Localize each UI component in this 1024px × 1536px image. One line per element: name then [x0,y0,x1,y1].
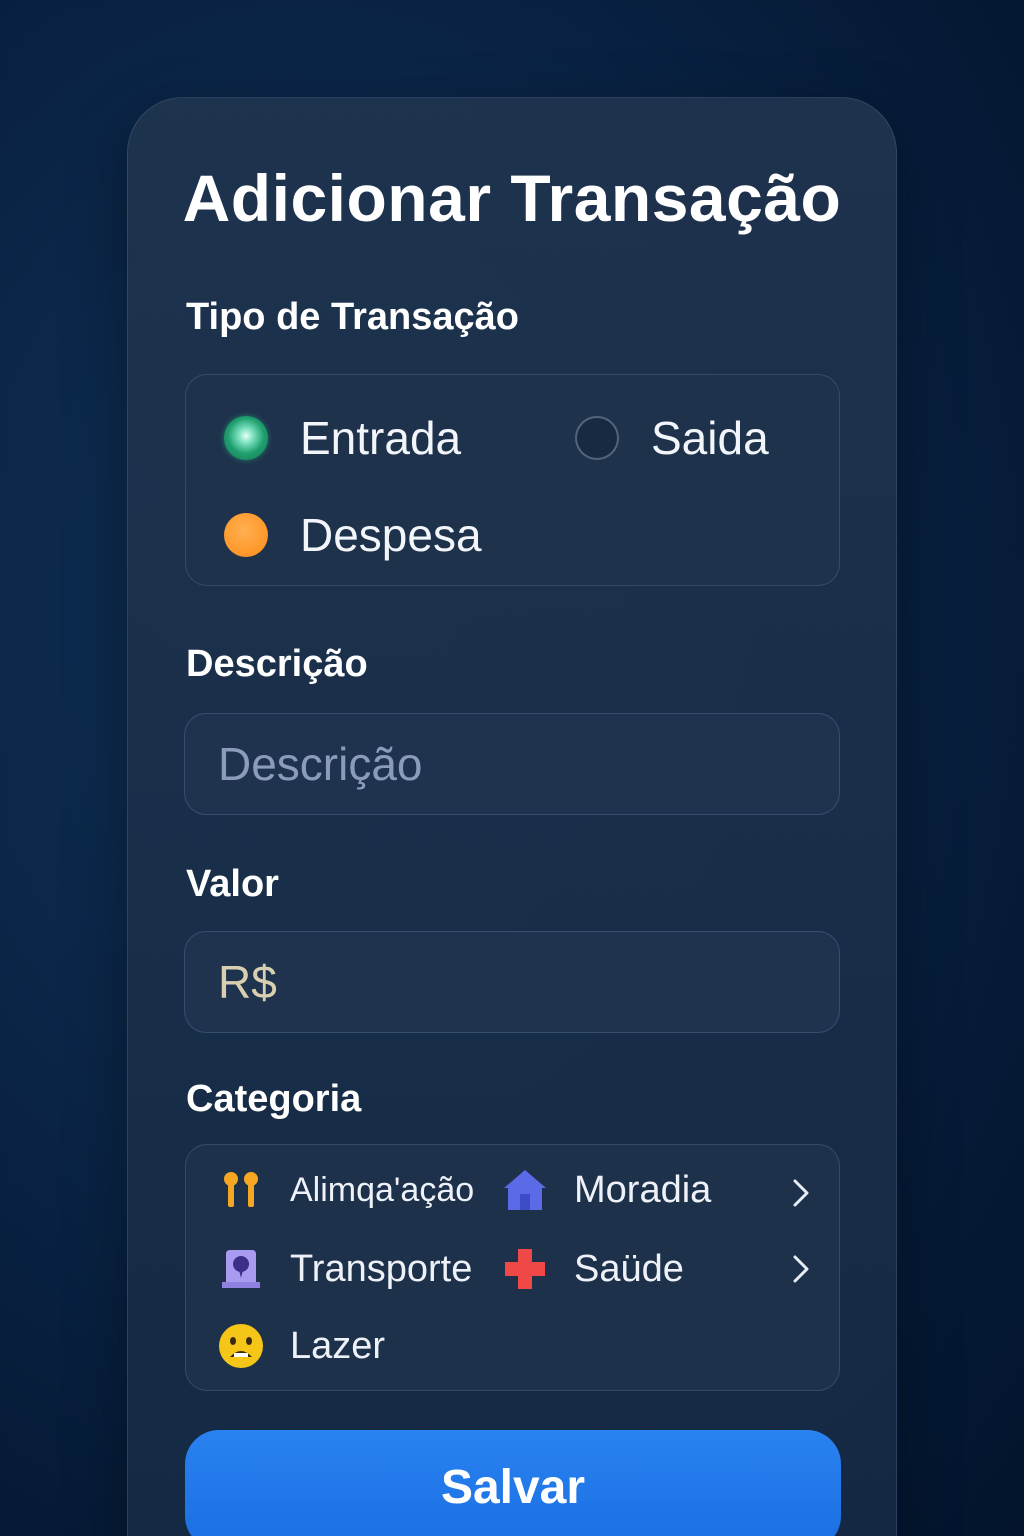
category-item-alimentacao[interactable]: Alimqa'ação [218,1167,474,1213]
amount-input[interactable]: R$ [184,931,840,1033]
category-item-transporte[interactable]: Transporte [218,1246,472,1292]
amount-label: Valor [186,863,279,905]
radio-saida[interactable]: Saida [575,411,769,465]
category-label-lazer: Lazer [290,1324,386,1367]
chevron-right-icon[interactable] [786,1173,816,1213]
radio-saida-label: Saida [651,412,769,464]
description-label: Descrição [186,643,368,685]
radio-selected-indicator[interactable] [224,416,268,460]
category-panel: Alimqa'ação Moradia Transporte Saüde Laz… [185,1144,840,1391]
chevron-right-icon[interactable] [786,1249,816,1289]
transport-icon [218,1246,264,1292]
page-title: Adicionar Transação [182,161,842,235]
radio-entrada-label: Entrada [300,412,462,464]
category-label-alimentacao: Alimqa'ação [290,1170,475,1209]
health-cross-icon [502,1246,548,1292]
category-label-moradia: Moradia [574,1168,712,1211]
radio-entrada[interactable]: Entrada [224,411,461,465]
category-item-saude[interactable]: Saüde [502,1246,684,1292]
house-icon [502,1167,548,1213]
category-item-moradia[interactable]: Moradia [502,1167,711,1213]
radio-despesa[interactable]: Despesa [224,508,482,562]
category-item-lazer[interactable]: Lazer [218,1323,385,1369]
category-label: Categoria [186,1078,362,1120]
radio-empty-indicator[interactable] [575,416,619,460]
radio-despesa-label: Despesa [300,509,482,561]
emoji-face-icon [218,1323,264,1369]
description-input[interactable]: Descrição [184,713,840,815]
category-label-transporte: Transporte [290,1247,473,1290]
amount-placeholder: R$ [218,956,277,1008]
radio-orange-indicator[interactable] [224,513,268,557]
transaction-type-panel: Entrada Saida Despesa [185,374,840,586]
transaction-type-label: Tipo de Transação [186,296,519,338]
category-label-saude: Saüde [574,1247,684,1290]
save-button[interactable]: Salvar [185,1430,841,1536]
description-placeholder: Descrição [218,738,423,790]
utensils-icon [218,1167,264,1213]
